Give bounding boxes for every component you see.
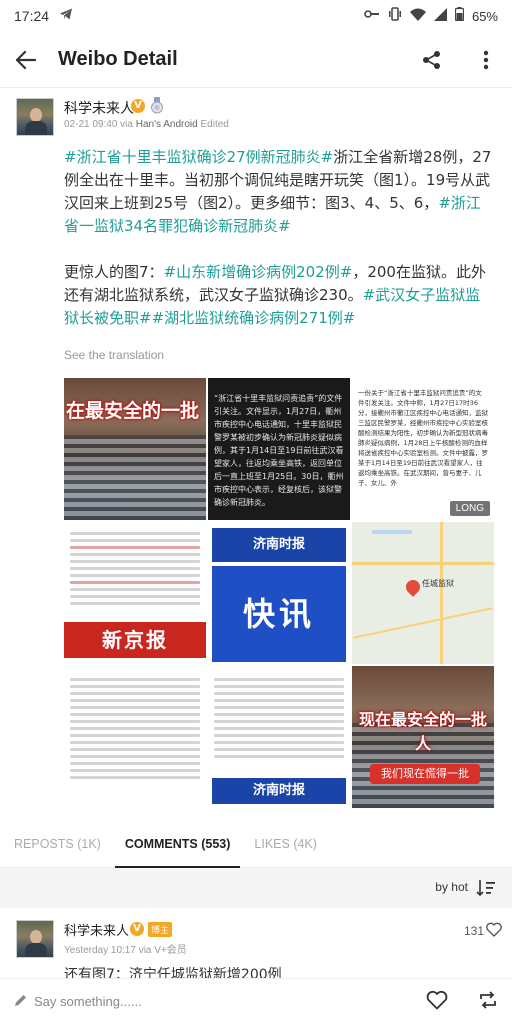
- sort-bar: by hot: [0, 878, 512, 908]
- post-content: #浙江省十里丰监狱确诊27例新冠肺炎#浙江全省新增28例，27例全出在十里丰。当…: [64, 146, 494, 353]
- comment-like-count: 131: [463, 924, 484, 938]
- via-label: via: [120, 119, 133, 130]
- post-image-7[interactable]: [64, 666, 206, 808]
- image-caption: 现在最安全的一批人: [358, 710, 487, 753]
- section-divider: [0, 868, 512, 878]
- share-icon[interactable]: [418, 46, 446, 74]
- tab-comments[interactable]: COMMENTS (553): [114, 820, 240, 868]
- image-text: “浙江省十里丰监狱问责追责”的文件引关注。文件显示，1月27日，衢州市疾控中心电…: [214, 394, 344, 507]
- post-image-8[interactable]: 济南时报: [208, 666, 350, 808]
- post-paragraph-2: 更惊人的图7：#山东新增确诊病例202例#，200在监狱。此外还有湖北监狱系统，…: [64, 261, 494, 330]
- image-grid: 在最安全的一批 “浙江省十里丰监狱问责追责”的文件引关注。文件显示，1月27日，…: [64, 378, 494, 808]
- avatar[interactable]: [16, 920, 54, 958]
- post-paragraph-1: #浙江省十里丰监狱确诊27例新冠肺炎#浙江全省新增28例，27例全出在十里丰。当…: [64, 146, 494, 238]
- edited-label: Edited: [200, 119, 229, 130]
- long-image-badge: LONG: [449, 501, 490, 516]
- vibrate-icon: [388, 7, 402, 25]
- see-translation-link[interactable]: See the translation: [64, 348, 164, 362]
- hashtag-link[interactable]: #湖北监狱统确诊病例271例#: [152, 309, 356, 327]
- battery-icon: [454, 7, 465, 25]
- wifi-icon: [409, 8, 426, 25]
- post-source: Han's Android: [135, 119, 198, 130]
- image-headline: 快讯: [242, 595, 315, 633]
- map-pin-icon: [403, 577, 423, 597]
- comment-meta: Yesterday 10:17 via V+会员: [64, 945, 187, 956]
- host-badge: 博主: [148, 922, 173, 937]
- author-name[interactable]: 科学未来人: [64, 98, 134, 118]
- map-pin-label: 任城监狱: [422, 579, 454, 588]
- battery-percent: 65%: [471, 8, 498, 24]
- image-red-label: 我们现在慌得一批: [370, 764, 480, 784]
- status-time: 17:24: [14, 8, 50, 24]
- post-timestamp: 02-21 09:40: [64, 119, 118, 130]
- image-masthead: 济南时报: [212, 778, 346, 804]
- heart-icon[interactable]: [486, 922, 502, 941]
- post-text: 更惊人的图7：: [64, 263, 164, 281]
- weibo-post: 科学未来人 V 02-21 09:40 via Han's Android Ed…: [0, 88, 512, 808]
- post-image-3[interactable]: 一份关于“浙江省十里丰监狱问责追责”的文件引发关注。文件中称，1月27日17时3…: [352, 378, 494, 520]
- verified-badge-icon: V: [131, 99, 145, 113]
- post-image-9[interactable]: 现在最安全的一批人 我们现在慌得一批: [352, 666, 494, 808]
- status-bar: 17:24 65%: [0, 0, 512, 32]
- app-bar: Weibo Detail: [0, 32, 512, 88]
- signal-icon: [433, 7, 447, 25]
- image-banner: 新京报: [64, 622, 206, 658]
- post-image-2[interactable]: “浙江省十里丰监狱问责追责”的文件引关注。文件显示，1月27日，衢州市疾控中心电…: [208, 378, 350, 520]
- post-image-5[interactable]: 济南时报 快讯: [208, 522, 350, 664]
- post-meta: 02-21 09:40 via Han's Android Edited: [64, 119, 229, 130]
- more-options-icon[interactable]: [472, 46, 500, 74]
- comment-item: 科学未来人 V 博主 Yesterday 10:17 via V+会员 131 …: [0, 908, 512, 978]
- tab-likes[interactable]: LIKES (4K): [254, 820, 317, 868]
- key-icon: [364, 8, 380, 24]
- page-title: Weibo Detail: [58, 48, 178, 70]
- image-text: 一份关于“浙江省十里丰监狱问责追责”的文件引发关注。文件中称，1月27日17时3…: [358, 389, 488, 487]
- post-image-4[interactable]: 新京报: [64, 522, 206, 664]
- verified-badge-icon: V: [130, 922, 144, 936]
- sort-label[interactable]: by hot: [435, 880, 468, 894]
- hashtag-link[interactable]: #山东新增确诊病例202例#: [164, 263, 353, 281]
- post-image-1[interactable]: 在最安全的一批: [64, 378, 206, 520]
- hashtag-link[interactable]: #浙江省十里丰监狱确诊27例新冠肺炎#: [64, 148, 333, 166]
- image-masthead: 济南时报: [212, 528, 346, 562]
- pencil-icon: [14, 992, 28, 1011]
- back-arrow-icon[interactable]: [12, 46, 40, 74]
- comment-input[interactable]: Say something......: [34, 994, 142, 1009]
- repost-icon[interactable]: [478, 990, 498, 1013]
- image-caption: 在最安全的一批: [66, 400, 200, 422]
- post-tabs: REPOSTS (1K) COMMENTS (553) LIKES (4K): [0, 820, 512, 868]
- comment-author[interactable]: 科学未来人: [64, 920, 129, 939]
- telegram-icon: [59, 7, 73, 25]
- avatar[interactable]: [16, 98, 54, 136]
- comment-text: 还有图7：济宁任城监狱新增200例: [64, 967, 282, 978]
- like-heart-icon[interactable]: [426, 990, 448, 1014]
- medal-icon: [150, 97, 164, 114]
- sort-icon[interactable]: [476, 878, 496, 902]
- comment-input-bar: Say something......: [0, 978, 512, 1024]
- post-author-row: 科学未来人 V 02-21 09:40 via Han's Android Ed…: [0, 88, 512, 144]
- tab-reposts[interactable]: REPOSTS (1K): [14, 820, 101, 868]
- post-image-6[interactable]: 任城监狱: [352, 522, 494, 664]
